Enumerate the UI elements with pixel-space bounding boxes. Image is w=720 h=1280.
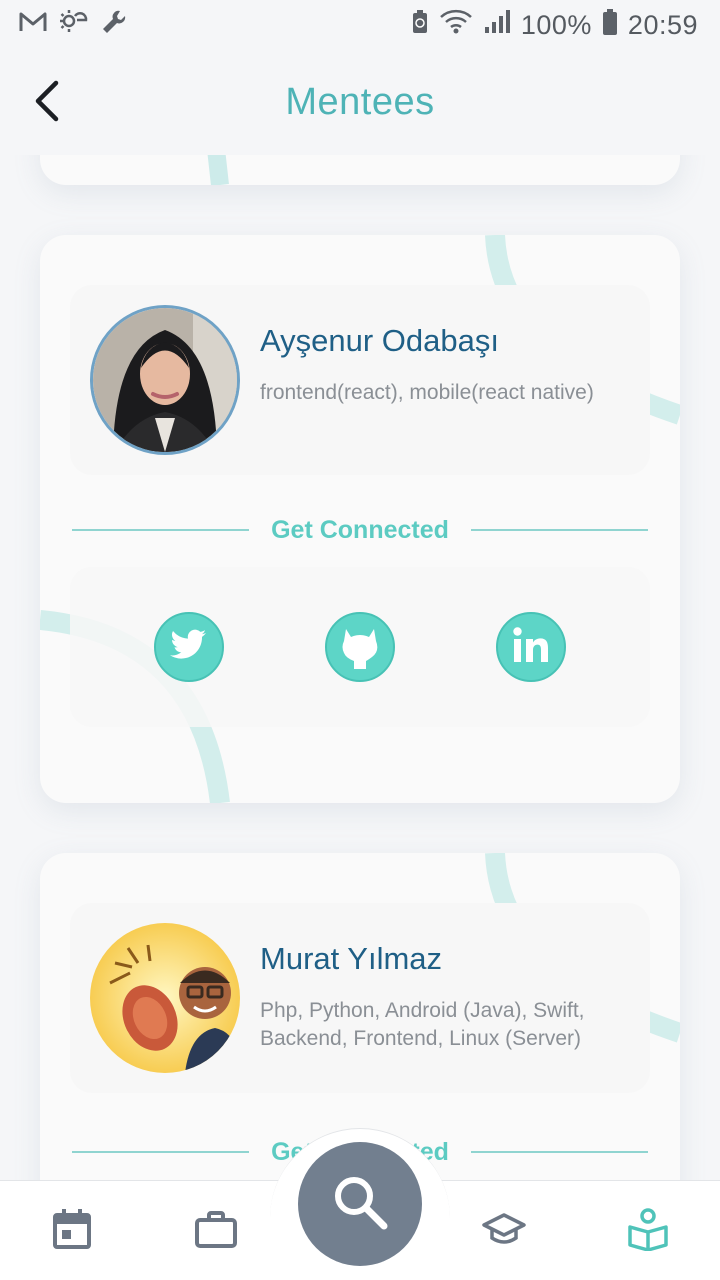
header: Mentees <box>0 50 720 155</box>
divider-line <box>72 1151 250 1153</box>
mentee-name: Ayşenur Odabaşı <box>260 323 499 358</box>
search-icon <box>330 1172 390 1237</box>
mentee-list[interactable]: Ayşenur Odabaşı frontend(react), mobile(… <box>0 155 720 1180</box>
mentee-card-previous <box>40 155 680 185</box>
battery-icon <box>602 8 618 43</box>
nav-briefcase[interactable] <box>188 1203 244 1259</box>
github-icon <box>338 621 382 674</box>
recycle-battery-icon <box>411 9 429 42</box>
graduation-cap-icon <box>482 1212 526 1251</box>
briefcase-icon <box>195 1210 237 1253</box>
get-connected-divider: Get Connected <box>72 510 649 550</box>
signal-icon <box>483 9 511 42</box>
twitter-icon <box>170 628 208 667</box>
nav-education[interactable] <box>476 1203 532 1259</box>
social-links <box>70 567 650 727</box>
nav-calendar[interactable] <box>44 1203 100 1259</box>
wrench-icon <box>100 8 128 43</box>
weather-icon <box>58 8 90 43</box>
mentee-skills: Php, Python, Android (Java), Swift, Back… <box>260 999 585 1050</box>
mentee-card: Ayşenur Odabaşı frontend(react), mobile(… <box>40 235 680 803</box>
status-bar: 100% 20:59 <box>0 0 720 50</box>
search-button[interactable] <box>298 1142 422 1266</box>
back-button[interactable] <box>22 78 72 128</box>
status-time: 20:59 <box>627 9 698 40</box>
divider-line <box>470 1151 649 1153</box>
calendar-icon <box>52 1208 92 1255</box>
github-button[interactable] <box>325 612 395 682</box>
battery-percent: 100% <box>520 9 592 40</box>
page-title: Mentees <box>285 81 435 123</box>
mentee-name: Murat Yılmaz <box>260 941 443 976</box>
chevron-left-icon <box>32 79 62 128</box>
gmail-icon <box>18 10 48 41</box>
linkedin-button[interactable] <box>496 612 566 682</box>
mentee-info[interactable]: Murat Yılmaz Php, Python, Android (Java)… <box>70 903 650 1093</box>
twitter-button[interactable] <box>154 612 224 682</box>
nav-mentees[interactable] <box>620 1203 676 1259</box>
mentee-info[interactable]: Ayşenur Odabaşı frontend(react), mobile(… <box>70 285 650 475</box>
wifi-icon <box>439 9 473 42</box>
card-decoration <box>207 155 229 185</box>
mentee-skills: frontend(react), mobile(react native) <box>260 381 594 404</box>
divider-line <box>470 529 649 531</box>
get-connected-label: Get Connected <box>271 515 449 544</box>
divider-line <box>72 529 250 531</box>
linkedin-icon <box>511 625 551 670</box>
avatar <box>90 923 240 1073</box>
avatar <box>90 305 240 455</box>
reading-person-icon <box>627 1207 669 1256</box>
